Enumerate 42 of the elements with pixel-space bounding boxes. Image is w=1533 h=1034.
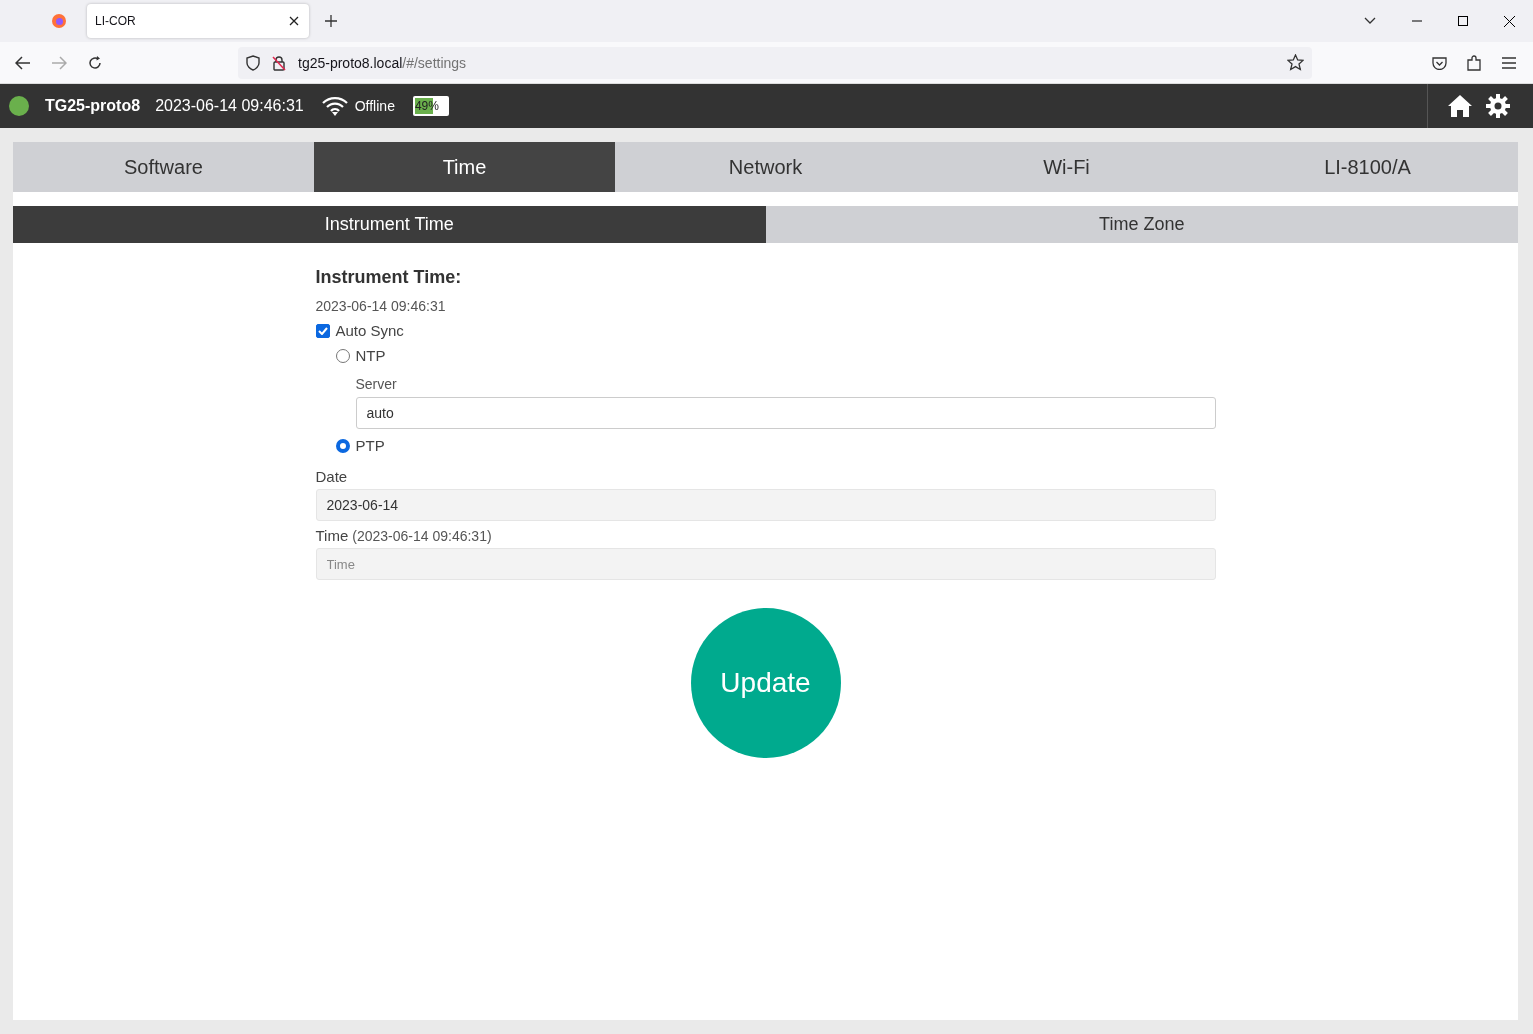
- home-icon[interactable]: [1448, 95, 1472, 117]
- puzzle-icon[interactable]: [1467, 54, 1482, 71]
- field-label: Time: [315, 527, 349, 544]
- server-input[interactable]: auto: [355, 397, 1216, 429]
- field-label: Date: [315, 468, 349, 485]
- radio-button[interactable]: [335, 438, 350, 453]
- device-name: TG25-proto8: [45, 97, 141, 115]
- menu-icon[interactable]: [1502, 56, 1516, 69]
- address-field[interactable]: tg25-proto8.local/#/settings: [238, 46, 1312, 79]
- tab-title: LI-COR: [95, 14, 137, 28]
- chevron-down-icon[interactable]: [1364, 17, 1376, 25]
- url-text: tg25-proto8.local/#/settings: [298, 54, 467, 71]
- wifi-icon: [321, 96, 348, 116]
- settings-tab[interactable]: Time: [314, 142, 615, 192]
- checkbox-label: Auto Sync: [335, 322, 404, 339]
- maximize-icon[interactable]: [1458, 16, 1468, 26]
- radio-label: NTP: [355, 347, 386, 364]
- crossed-lock-icon: [272, 54, 286, 71]
- settings-gear-icon[interactable]: [1486, 94, 1510, 118]
- form-heading: Instrument Time:: [315, 267, 463, 288]
- date-input[interactable]: 2023-06-14: [315, 489, 1216, 521]
- browser-tab[interactable]: LI-COR: [87, 4, 309, 38]
- current-time: 2023-06-14 09:46:31: [315, 298, 447, 314]
- forward-arrow-icon: [51, 55, 67, 70]
- pocket-icon[interactable]: [1432, 55, 1447, 70]
- back-arrow-icon[interactable]: [15, 55, 31, 70]
- new-tab-icon[interactable]: [325, 15, 337, 27]
- header-datetime: 2023-06-14 09:46:31: [155, 97, 304, 115]
- shield-icon: [246, 54, 260, 71]
- time-input[interactable]: Time: [315, 548, 1216, 580]
- sub-tab[interactable]: Instrument Time: [13, 206, 766, 243]
- checkbox[interactable]: [315, 323, 330, 338]
- browser-logo-icon: [51, 13, 67, 29]
- close-icon[interactable]: [289, 16, 299, 26]
- star-icon[interactable]: [1287, 54, 1304, 71]
- field-label: Server: [355, 376, 398, 392]
- status-dot-icon: [9, 96, 29, 116]
- radio-label: PTP: [355, 437, 385, 454]
- time-hint: (2023-06-14 09:46:31): [352, 528, 492, 544]
- reload-icon[interactable]: [87, 54, 103, 71]
- close-icon[interactable]: [1504, 15, 1515, 27]
- network-status: Offline: [354, 98, 395, 114]
